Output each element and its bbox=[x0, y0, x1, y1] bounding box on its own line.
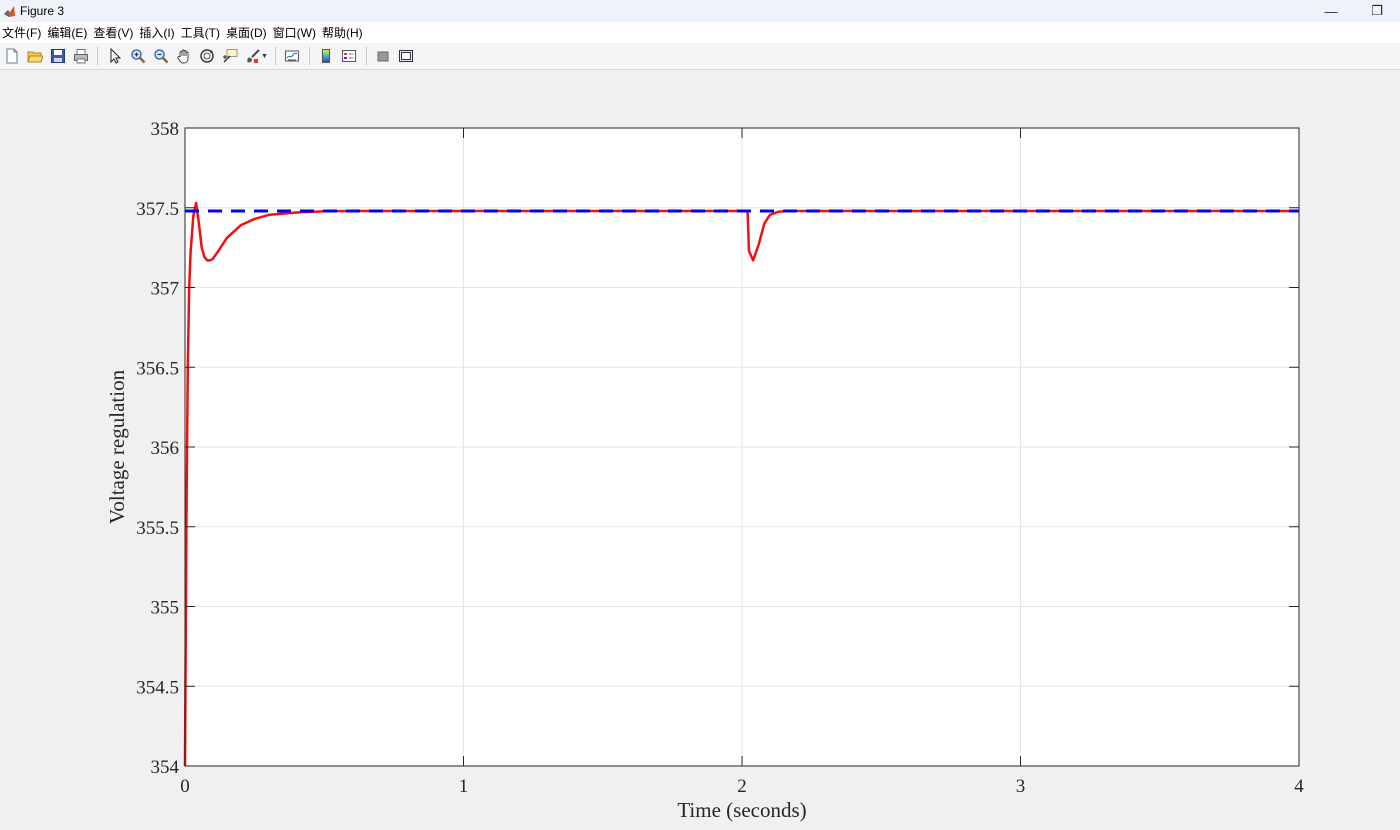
brush-dropdown-icon[interactable]: ▼ bbox=[261, 53, 268, 60]
zoom-out-icon[interactable] bbox=[151, 46, 171, 66]
new-figure-icon[interactable] bbox=[2, 46, 22, 66]
menu-insert[interactable]: 插入(I) bbox=[137, 24, 178, 41]
save-icon[interactable] bbox=[48, 46, 68, 66]
x-axis-label: Time (seconds) bbox=[677, 798, 806, 822]
x-tick-label: 4 bbox=[1294, 776, 1304, 797]
figure-toolbar: ▼ bbox=[0, 43, 1400, 70]
hide-plot-tools-icon[interactable] bbox=[373, 46, 393, 66]
pan-hand-icon[interactable] bbox=[174, 46, 194, 66]
y-tick-label: 357 bbox=[151, 279, 180, 300]
link-plot-icon[interactable] bbox=[282, 46, 302, 66]
rotate-3d-icon[interactable] bbox=[197, 46, 217, 66]
window-title: Figure 3 bbox=[20, 4, 65, 18]
restore-button[interactable]: ❐ bbox=[1354, 0, 1400, 22]
menu-window[interactable]: 窗口(W) bbox=[271, 24, 320, 41]
zoom-in-icon[interactable] bbox=[128, 46, 148, 66]
print-icon[interactable] bbox=[71, 46, 91, 66]
plot-svg: 0 1 2 3 4 354 354.5 355 355.5 356 356.5 357 357.5 358… bbox=[105, 119, 1304, 822]
toolbar-separator bbox=[365, 47, 367, 65]
y-tick-label: 354 bbox=[151, 757, 180, 778]
y-axis-label: Voltage regulation bbox=[105, 369, 129, 524]
x-tick-label: 2 bbox=[737, 776, 747, 797]
y-tick-label: 356.5 bbox=[136, 358, 179, 379]
toolbar-separator bbox=[308, 47, 310, 65]
figure-canvas: 0 1 2 3 4 354 354.5 355 355.5 356 356.5 357 357.5 358… bbox=[0, 70, 1400, 830]
title-bar: Figure 3 — ❐ bbox=[0, 0, 1400, 22]
menu-file[interactable]: 文件(F) bbox=[0, 24, 45, 41]
y-tick-label: 355 bbox=[151, 598, 180, 619]
menu-bar: 文件(F) 编辑(E) 查看(V) 插入(I) 工具(T) 桌面(D) 窗口(W… bbox=[0, 22, 1400, 43]
y-tick-label: 358 bbox=[151, 119, 180, 140]
y-tick-label: 356 bbox=[151, 438, 180, 459]
y-tick-label: 354.5 bbox=[136, 677, 179, 698]
toolbar-separator bbox=[274, 47, 276, 65]
x-tick-label: 0 bbox=[180, 776, 190, 797]
y-tick-label: 357.5 bbox=[136, 199, 179, 220]
matlab-logo-icon bbox=[3, 5, 16, 18]
minimize-button[interactable]: — bbox=[1308, 0, 1354, 22]
menu-tools[interactable]: 工具(T) bbox=[179, 24, 224, 41]
show-plot-tools-icon[interactable] bbox=[396, 46, 416, 66]
legend-icon[interactable] bbox=[339, 46, 359, 66]
menu-desktop[interactable]: 桌面(D) bbox=[224, 24, 271, 41]
x-tick-label: 1 bbox=[459, 776, 469, 797]
menu-help[interactable]: 帮助(H) bbox=[320, 24, 367, 41]
x-tick-label: 3 bbox=[1016, 776, 1026, 797]
y-tick-label: 355.5 bbox=[136, 518, 179, 539]
pointer-icon[interactable] bbox=[105, 46, 125, 66]
menu-edit[interactable]: 编辑(E) bbox=[45, 24, 91, 41]
toolbar-separator bbox=[97, 47, 98, 65]
menu-view[interactable]: 查看(V) bbox=[91, 24, 137, 41]
open-file-icon[interactable] bbox=[25, 46, 45, 66]
window-controls: — ❐ bbox=[1308, 0, 1400, 22]
brush-icon[interactable] bbox=[243, 46, 263, 66]
colorbar-icon[interactable] bbox=[316, 46, 336, 66]
data-cursor-icon[interactable] bbox=[220, 46, 240, 66]
